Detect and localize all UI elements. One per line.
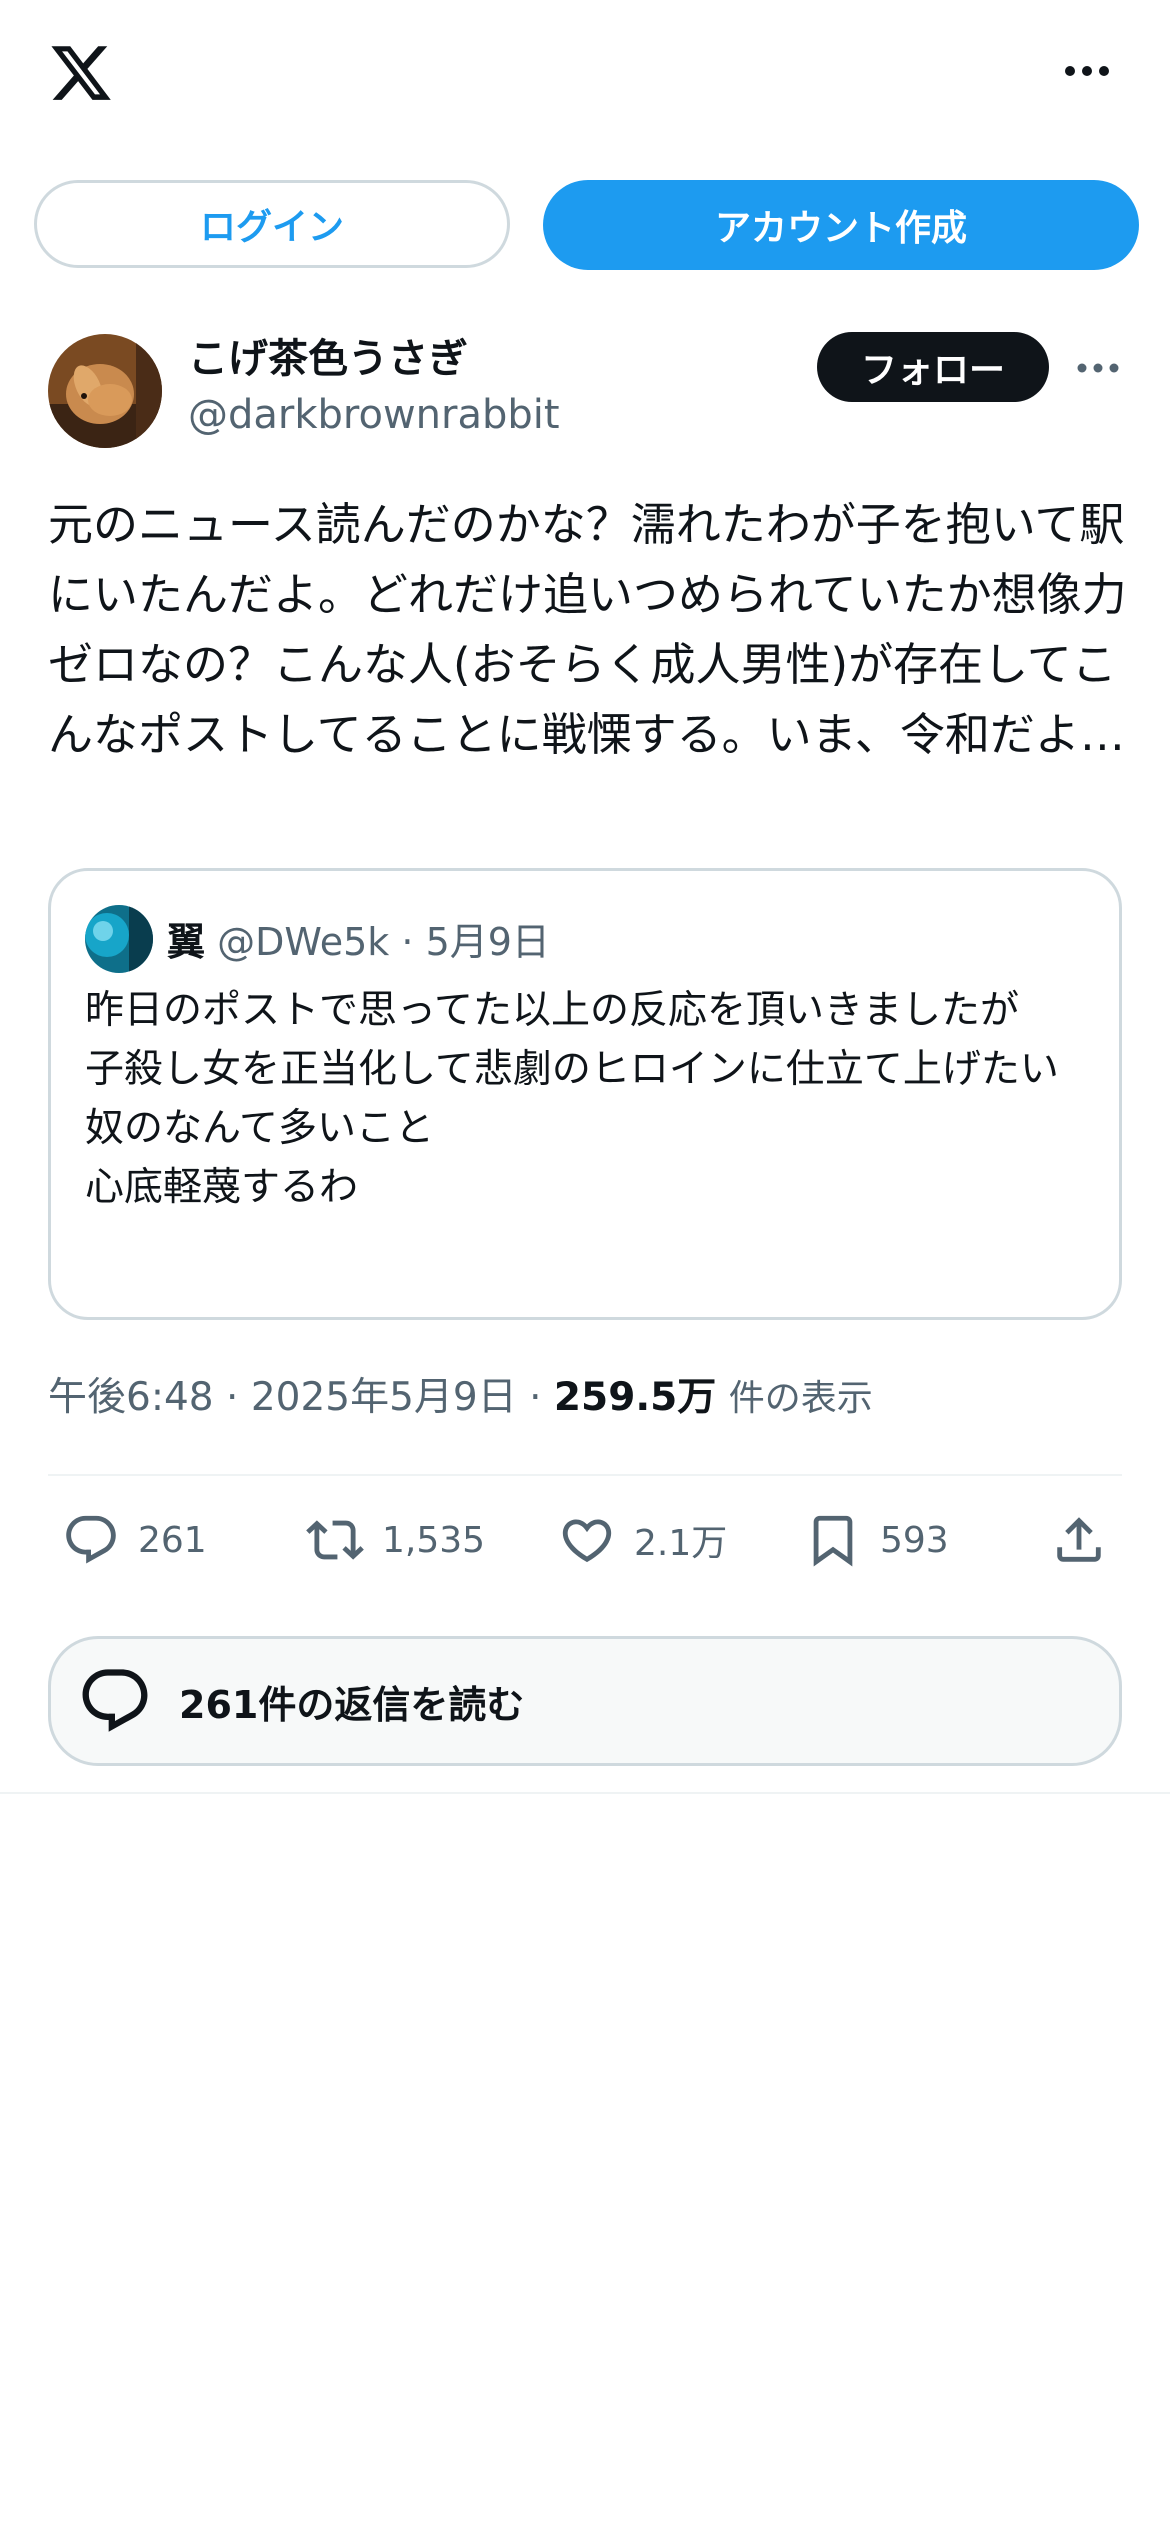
view-count-label: 件の表示 (728, 1378, 873, 1419)
top-bar (0, 0, 1170, 150)
post-meta-line: 午後6:48 · 2025年5月9日 · 259.5万 件の表示 (48, 1366, 873, 1422)
follow-button-label: フォロー (860, 350, 1005, 391)
reply-icon (66, 1515, 116, 1564)
x-logo-icon[interactable] (48, 40, 114, 106)
quoted-author-name: 翼 (167, 920, 206, 964)
quoted-post-date: 5月9日 (425, 920, 550, 964)
quoted-author-avatar (85, 905, 153, 973)
create-account-button-label: アカウント作成 (714, 208, 967, 249)
more-horizontal-icon[interactable] (1062, 56, 1112, 86)
post-meta-separator: · (226, 1375, 239, 1420)
repost-icon (306, 1520, 364, 1560)
quoted-post-meta: 翼 @DWe5k · 5月9日 (167, 911, 550, 966)
login-button[interactable]: ログイン (34, 180, 510, 268)
share-icon (1057, 1517, 1101, 1562)
login-button-label: ログイン (199, 207, 344, 248)
quoted-post-card[interactable]: 翼 @DWe5k · 5月9日 昨日のポストで思ってた以上の反応を頂いきましたが… (48, 868, 1122, 1320)
repost-count: 1,535 (382, 1519, 486, 1561)
follow-button[interactable]: フォロー (817, 332, 1049, 402)
bookmark-icon (813, 1515, 853, 1567)
reply-button[interactable]: 261 (62, 1508, 207, 1572)
quoted-avatar-image (85, 905, 153, 973)
post-time[interactable]: 午後6:48 (48, 1375, 214, 1420)
divider (48, 1474, 1122, 1476)
view-count: 259.5万 (553, 1375, 717, 1420)
page: ログイン アカウント作成 こげ茶色うさぎ @darkbrownrabbit フォ… (0, 0, 1170, 2532)
rabbit-photo-avatar (48, 334, 162, 448)
author-display-name[interactable]: こげ茶色うさぎ (188, 326, 468, 384)
read-replies-button[interactable]: 261件の返信を読む (48, 1636, 1122, 1766)
author-handle[interactable]: @darkbrownrabbit (188, 392, 560, 438)
create-account-button[interactable]: アカウント作成 (543, 180, 1139, 270)
post-date[interactable]: 2025年5月9日 (251, 1375, 517, 1420)
repost-button[interactable]: 1,535 (306, 1508, 485, 1572)
bookmark-button[interactable]: 593 (804, 1508, 949, 1572)
bookmark-count: 593 (880, 1519, 949, 1561)
post-meta-separator-2: · (529, 1375, 542, 1420)
quoted-post-text: 昨日のポストで思ってた以上の反応を頂いきましたが 子殺し女を正当化して悲劇のヒロ… (85, 988, 1059, 1210)
heart-icon (562, 1519, 612, 1563)
post-text: 元のニュース読んだのかな？濡れたわが子を抱いて駅にいたんだよ。どれだけ追いつめら… (48, 498, 1127, 761)
author-avatar[interactable] (48, 334, 162, 448)
reply-count: 261 (138, 1519, 207, 1561)
quoted-meta-separator: · (401, 920, 414, 964)
share-button[interactable] (1050, 1508, 1108, 1572)
like-button[interactable]: 2.1万 (558, 1508, 727, 1572)
bottom-divider (0, 1792, 1170, 1794)
like-count: 2.1万 (634, 1523, 728, 1564)
reply-bubble-icon (82, 1669, 148, 1732)
quoted-author-handle: @DWe5k (217, 920, 390, 964)
read-replies-label: 261件の返信を読む (179, 1682, 525, 1727)
post-more-icon[interactable] (1076, 356, 1120, 380)
